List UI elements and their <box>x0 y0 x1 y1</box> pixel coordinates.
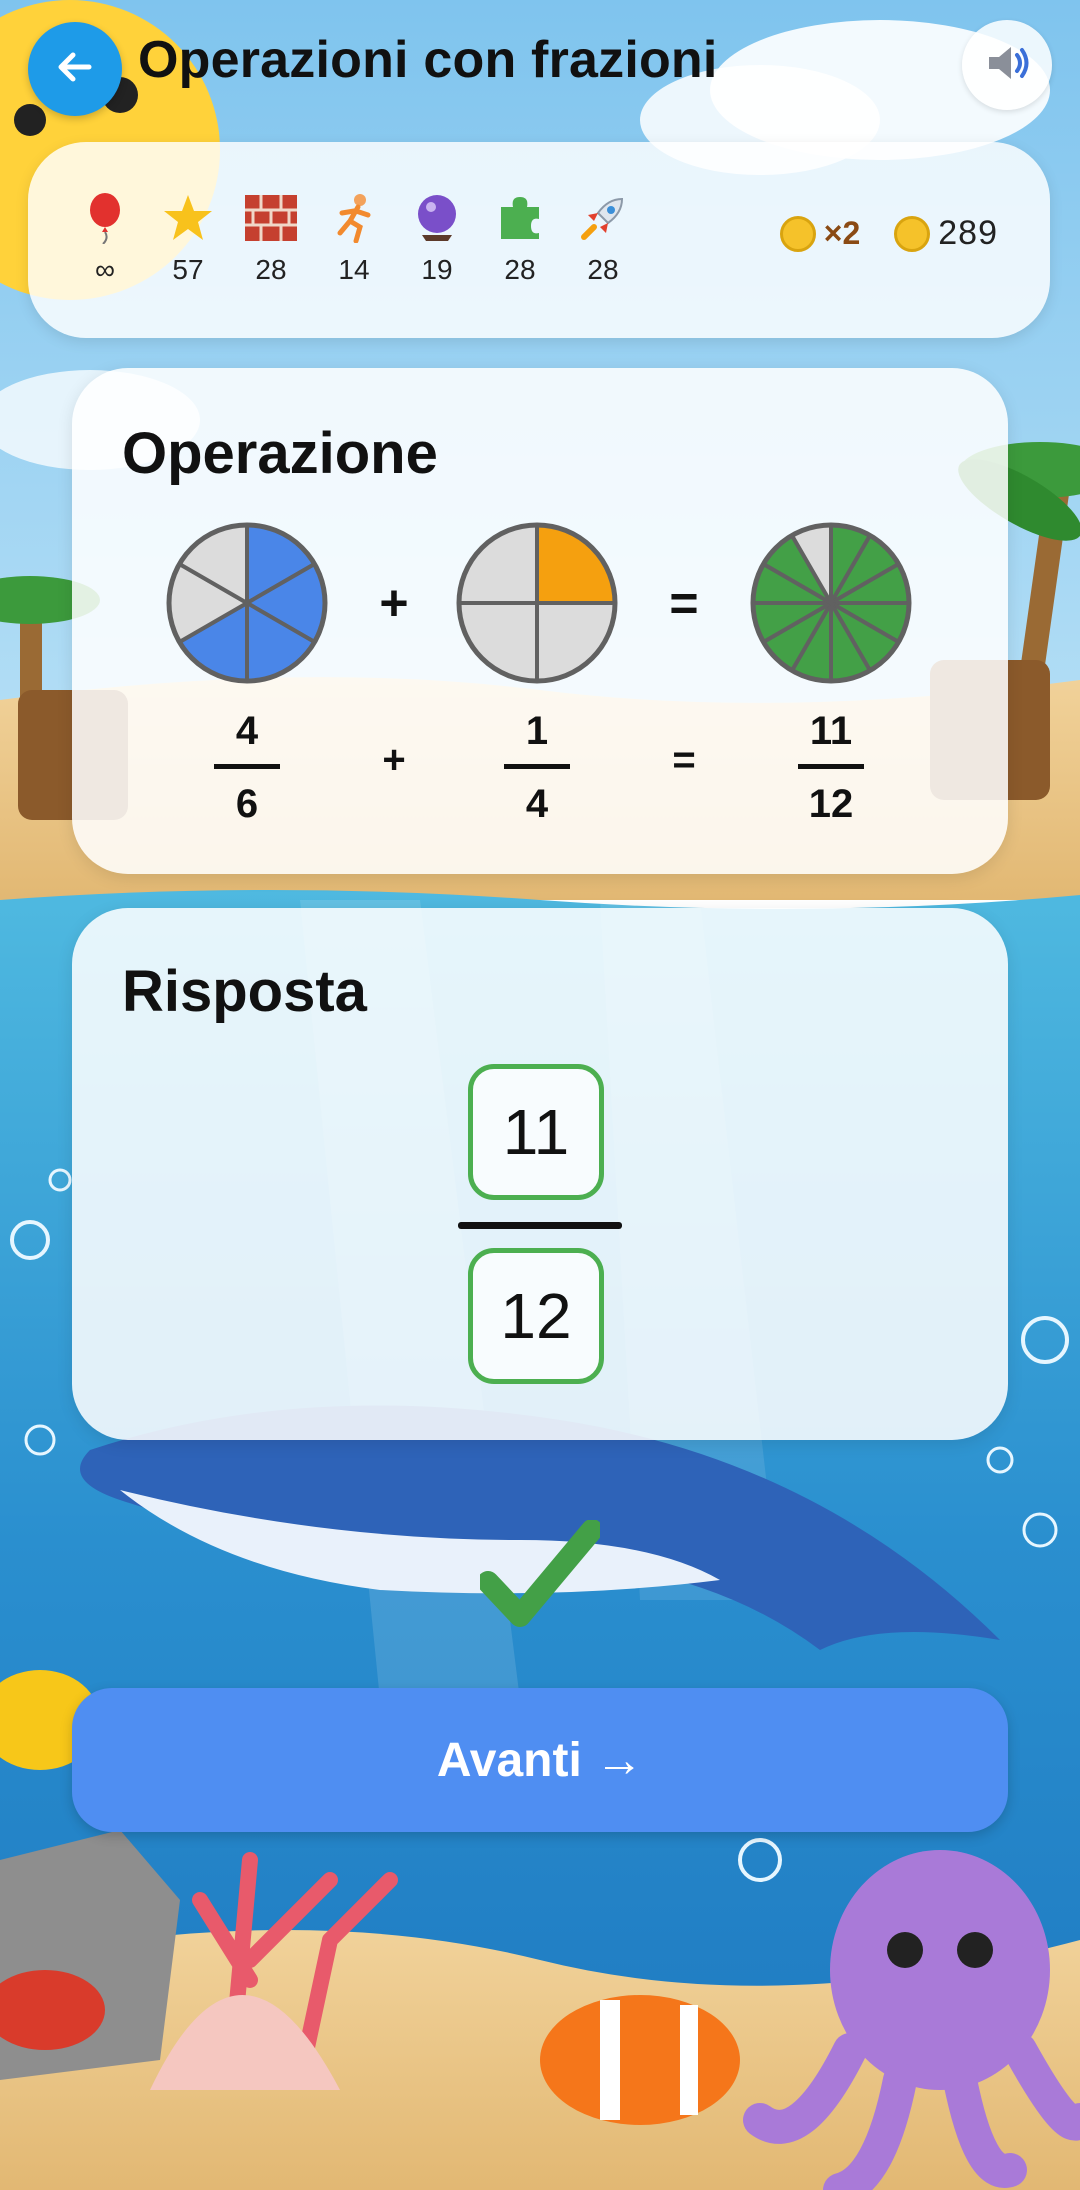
fraction-bar <box>504 764 570 769</box>
speaker-icon <box>981 37 1033 94</box>
stat-value: 14 <box>338 254 370 285</box>
stats-bar: ∞ 57 28 14 19 28 28 ×2 289 <box>28 142 1050 338</box>
stat-star: 57 <box>153 192 223 286</box>
pie-operand-2 <box>456 522 618 684</box>
stat-balloon: ∞ <box>70 192 140 286</box>
coin-multiplier: ×2 <box>823 215 861 251</box>
numerator: 11 <box>809 709 853 753</box>
coins-display: ×2 289 <box>779 214 998 253</box>
equals-sign: = <box>672 738 696 782</box>
plus-sign: + <box>379 575 409 631</box>
numerator-input[interactable]: 11 <box>468 1064 604 1200</box>
stat-value: 28 <box>587 254 619 285</box>
fraction-bar <box>214 764 280 769</box>
coin-total: 289 <box>938 214 998 252</box>
stat-value: 28 <box>504 254 536 285</box>
fraction-bar <box>458 1222 622 1229</box>
fraction-bar <box>798 764 864 769</box>
stat-runner: 14 <box>319 192 389 286</box>
stat-value: 28 <box>255 254 287 285</box>
crystal-ball-icon <box>402 192 472 244</box>
denominator-input[interactable]: 12 <box>468 1248 604 1384</box>
denominator: 12 <box>808 782 854 826</box>
pie-operand-1 <box>166 522 328 684</box>
equals-sign: = <box>669 575 699 631</box>
operation-card: Operazione + = 4 6 + 1 4 = 11 12 <box>72 368 1008 874</box>
fraction-result: 11 12 <box>776 706 886 829</box>
star-icon <box>153 192 223 244</box>
rocket-icon <box>568 192 638 244</box>
next-button[interactable]: Avanti → <box>72 1688 1008 1832</box>
numerator: 4 <box>235 709 259 753</box>
stat-value: ∞ <box>95 254 115 285</box>
plus-sign: + <box>382 738 406 782</box>
coin-icon <box>779 215 816 252</box>
stat-brick: 28 <box>236 192 306 286</box>
answer-title: Risposta <box>122 959 367 1024</box>
sound-button[interactable] <box>962 20 1052 110</box>
operation-title: Operazione <box>122 421 438 486</box>
puzzle-icon <box>485 192 555 244</box>
stat-rocket: 28 <box>568 192 638 286</box>
back-button[interactable] <box>28 22 122 116</box>
stat-crystal-ball: 19 <box>402 192 472 286</box>
answer-card: Risposta 11 12 <box>72 908 1008 1440</box>
denominator: 6 <box>235 782 259 826</box>
arrow-left-icon <box>53 45 97 94</box>
checkmark-icon <box>477 1519 603 1635</box>
stat-puzzle: 28 <box>485 192 555 286</box>
fraction-operand-1: 4 6 <box>192 706 302 829</box>
page-title: Operazioni con frazioni <box>138 31 718 89</box>
numerator: 1 <box>525 709 549 753</box>
stat-value: 19 <box>421 254 453 285</box>
pie-result <box>750 522 912 684</box>
stat-value: 57 <box>172 254 204 285</box>
balloon-icon <box>70 192 140 244</box>
brick-icon <box>236 192 306 244</box>
runner-icon <box>319 192 389 244</box>
fraction-operand-2: 1 4 <box>482 706 592 829</box>
denominator: 4 <box>525 782 549 826</box>
coin-icon <box>894 215 931 252</box>
